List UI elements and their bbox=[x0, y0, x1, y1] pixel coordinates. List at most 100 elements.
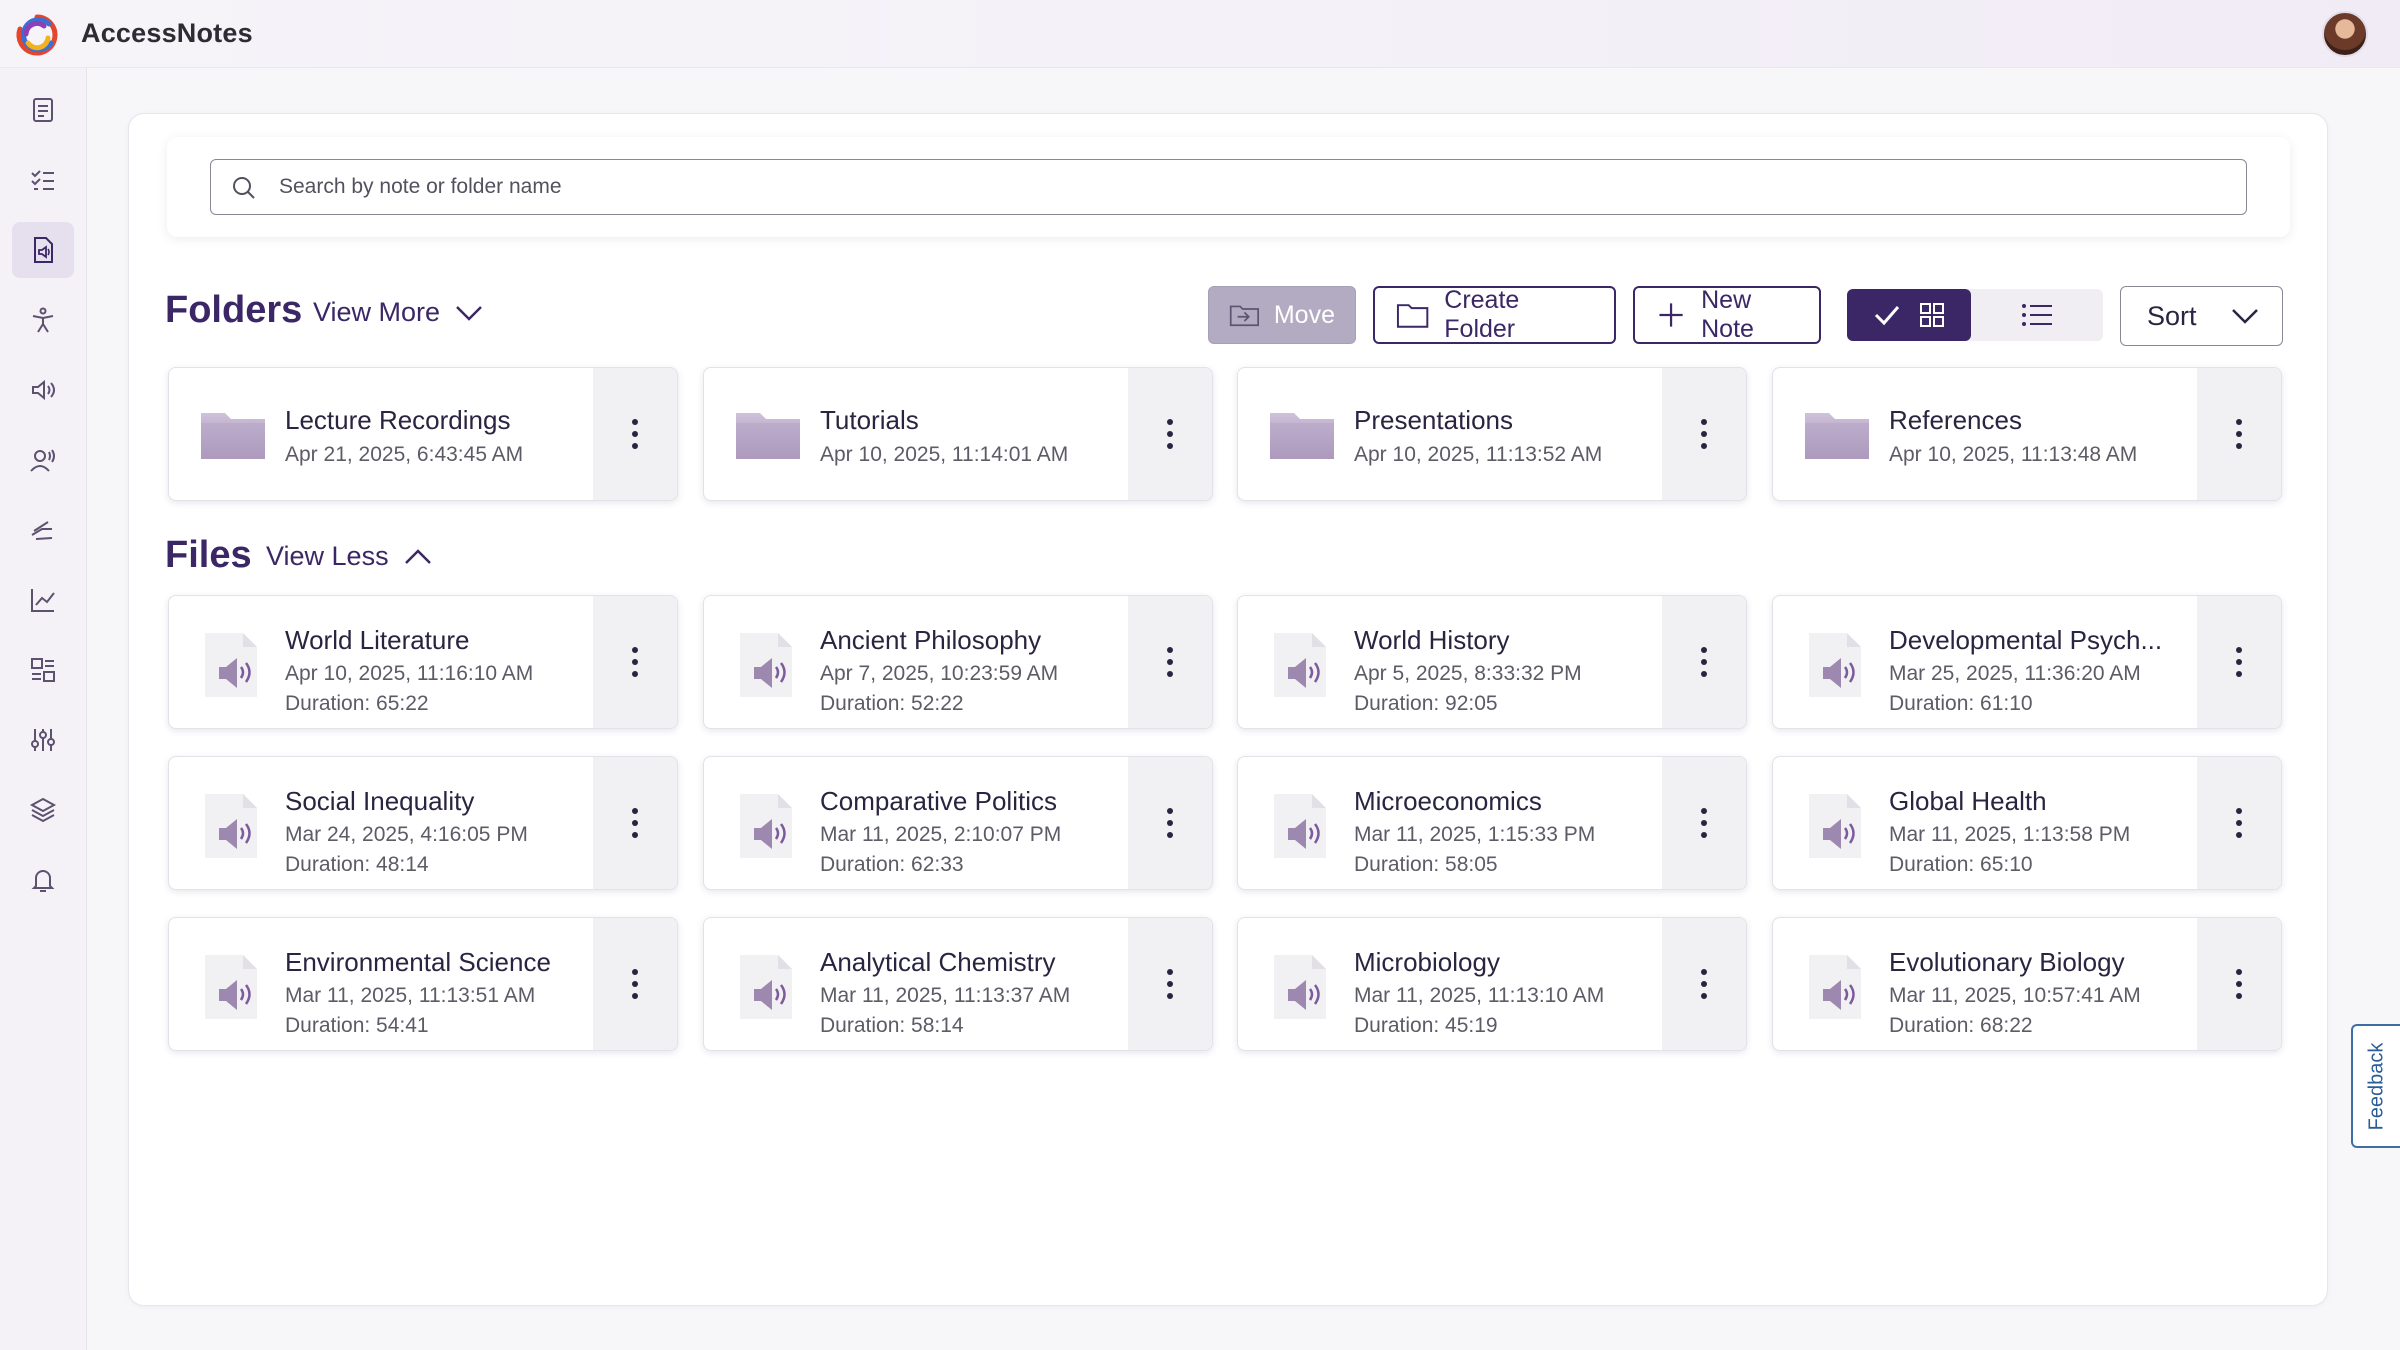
file-card[interactable]: Microbiology Mar 11, 2025, 11:13:10 AM D… bbox=[1237, 917, 1747, 1051]
file-menu-button[interactable] bbox=[593, 757, 677, 889]
sidebar-item-notifications[interactable] bbox=[12, 852, 74, 908]
file-menu-button[interactable] bbox=[1128, 757, 1212, 889]
folder-card[interactable]: Lecture Recordings Apr 21, 2025, 6:43:45… bbox=[168, 367, 678, 501]
notes-icon bbox=[33, 98, 53, 122]
folder-date: Apr 10, 2025, 11:13:48 AM bbox=[1889, 443, 2138, 466]
move-button[interactable]: Move bbox=[1208, 286, 1356, 344]
folder-card[interactable]: References Apr 10, 2025, 11:13:48 AM bbox=[1772, 367, 2282, 501]
folder-menu-button[interactable] bbox=[2197, 368, 2281, 500]
sidebar-item-transcripts[interactable] bbox=[12, 642, 74, 698]
sign-language-icon bbox=[31, 521, 53, 540]
sidebar-item-layers[interactable] bbox=[12, 782, 74, 838]
file-date: Mar 11, 2025, 1:15:33 PM bbox=[1354, 823, 1596, 846]
file-menu-button[interactable] bbox=[1662, 596, 1746, 728]
sidebar-item-notes[interactable] bbox=[12, 82, 74, 138]
feedback-label: Feedback bbox=[2365, 1042, 2387, 1130]
file-card[interactable]: Comparative Politics Mar 11, 2025, 2:10:… bbox=[703, 756, 1213, 890]
folder-icon bbox=[201, 413, 265, 459]
view-more-toggle[interactable]: View More bbox=[313, 297, 484, 328]
search-box[interactable] bbox=[210, 159, 2247, 215]
move-label: Move bbox=[1273, 300, 1335, 329]
file-duration: Duration: 45:19 bbox=[1354, 1014, 1498, 1037]
file-name: Evolutionary Biology bbox=[1889, 947, 2125, 977]
file-card[interactable]: Developmental Psych... Mar 25, 2025, 11:… bbox=[1772, 595, 2282, 729]
file-menu-button[interactable] bbox=[2197, 757, 2281, 889]
more-options-icon bbox=[1166, 969, 1174, 999]
sidebar-item-speaker[interactable] bbox=[12, 362, 74, 418]
audio-file-icon bbox=[1809, 955, 1861, 1019]
folder-menu-button[interactable] bbox=[1128, 368, 1212, 500]
folder-name: Presentations bbox=[1354, 405, 1513, 435]
file-card[interactable]: Ancient Philosophy Apr 7, 2025, 10:23:59… bbox=[703, 595, 1213, 729]
file-menu-button[interactable] bbox=[1128, 596, 1212, 728]
analytics-icon bbox=[31, 589, 55, 612]
more-options-icon bbox=[631, 647, 639, 677]
sidebar-item-sign-language[interactable] bbox=[12, 502, 74, 558]
folder-menu-button[interactable] bbox=[593, 368, 677, 500]
sidebar-item-checklist[interactable] bbox=[12, 152, 74, 208]
more-options-icon bbox=[1700, 808, 1708, 838]
file-name: Environmental Science bbox=[285, 947, 551, 977]
sidebar-item-analytics[interactable] bbox=[12, 572, 74, 628]
view-less-toggle[interactable]: View Less bbox=[266, 541, 433, 572]
sort-dropdown[interactable]: Sort bbox=[2120, 286, 2283, 346]
file-card[interactable]: Evolutionary Biology Mar 11, 2025, 10:57… bbox=[1772, 917, 2282, 1051]
create-folder-button[interactable]: Create Folder bbox=[1373, 286, 1616, 344]
more-options-icon bbox=[2235, 808, 2243, 838]
sidebar-item-audio-notes[interactable] bbox=[12, 222, 74, 278]
file-date: Apr 7, 2025, 10:23:59 AM bbox=[820, 662, 1059, 685]
more-options-icon bbox=[1700, 647, 1708, 677]
file-card[interactable]: Environmental Science Mar 11, 2025, 11:1… bbox=[168, 917, 678, 1051]
file-menu-button[interactable] bbox=[593, 918, 677, 1050]
audio-file-icon bbox=[740, 955, 792, 1019]
file-menu-button[interactable] bbox=[2197, 918, 2281, 1050]
file-card[interactable]: World Literature Apr 10, 2025, 11:16:10 … bbox=[168, 595, 678, 729]
file-menu-button[interactable] bbox=[2197, 596, 2281, 728]
feedback-tab[interactable]: Feedback bbox=[2351, 1024, 2400, 1148]
file-duration: Duration: 65:10 bbox=[1889, 853, 2033, 876]
file-duration: Duration: 62:33 bbox=[820, 853, 964, 876]
audio-file-icon bbox=[740, 794, 792, 858]
sort-label: Sort bbox=[2147, 300, 2197, 331]
folder-card[interactable]: Tutorials Apr 10, 2025, 11:14:01 AM bbox=[703, 367, 1213, 501]
app-logo-icon[interactable] bbox=[14, 12, 60, 58]
view-less-label: View Less bbox=[266, 541, 389, 571]
file-card[interactable]: Global Health Mar 11, 2025, 1:13:58 PM D… bbox=[1772, 756, 2282, 890]
chevron-up-icon bbox=[404, 548, 431, 564]
search-input[interactable] bbox=[279, 160, 2219, 213]
file-name: Microbiology bbox=[1354, 947, 1500, 977]
folder-menu-button[interactable] bbox=[1662, 368, 1746, 500]
transcript-icon bbox=[31, 658, 55, 682]
file-menu-button[interactable] bbox=[593, 596, 677, 728]
folder-date: Apr 21, 2025, 6:43:45 AM bbox=[285, 443, 524, 466]
grid-icon bbox=[1920, 303, 1944, 327]
folder-card[interactable]: Presentations Apr 10, 2025, 11:13:52 AM bbox=[1237, 367, 1747, 501]
list-view-button[interactable] bbox=[1971, 289, 2103, 341]
file-duration: Duration: 65:22 bbox=[285, 692, 429, 715]
more-options-icon bbox=[1166, 419, 1174, 449]
sidebar-item-voice[interactable] bbox=[12, 432, 74, 488]
file-name: Developmental Psych... bbox=[1889, 625, 2163, 655]
app-title: AccessNotes bbox=[81, 18, 253, 48]
audio-file-icon bbox=[1274, 633, 1326, 697]
file-card[interactable]: Social Inequality Mar 24, 2025, 4:16:05 … bbox=[168, 756, 678, 890]
file-menu-button[interactable] bbox=[1128, 918, 1212, 1050]
more-options-icon bbox=[631, 419, 639, 449]
file-date: Mar 11, 2025, 2:10:07 PM bbox=[820, 823, 1062, 846]
chevron-down-icon bbox=[456, 305, 482, 321]
more-options-icon bbox=[1166, 808, 1174, 838]
new-note-button[interactable]: New Note bbox=[1633, 286, 1821, 344]
sidebar-item-settings[interactable] bbox=[12, 712, 74, 768]
file-menu-button[interactable] bbox=[1662, 918, 1746, 1050]
file-card[interactable]: Analytical Chemistry Mar 11, 2025, 11:13… bbox=[703, 917, 1213, 1051]
user-avatar[interactable] bbox=[2322, 11, 2368, 57]
file-card[interactable]: World History Apr 5, 2025, 8:33:32 PM Du… bbox=[1237, 595, 1747, 729]
grid-view-button[interactable] bbox=[1847, 289, 1971, 341]
file-menu-button[interactable] bbox=[1662, 757, 1746, 889]
audio-file-icon bbox=[205, 794, 257, 858]
sidebar-item-accessibility[interactable] bbox=[12, 292, 74, 348]
audio-file-icon bbox=[1274, 955, 1326, 1019]
audio-file-icon bbox=[34, 237, 53, 263]
file-card[interactable]: Microeconomics Mar 11, 2025, 1:15:33 PM … bbox=[1237, 756, 1747, 890]
new-note-label: New Note bbox=[1701, 286, 1754, 343]
